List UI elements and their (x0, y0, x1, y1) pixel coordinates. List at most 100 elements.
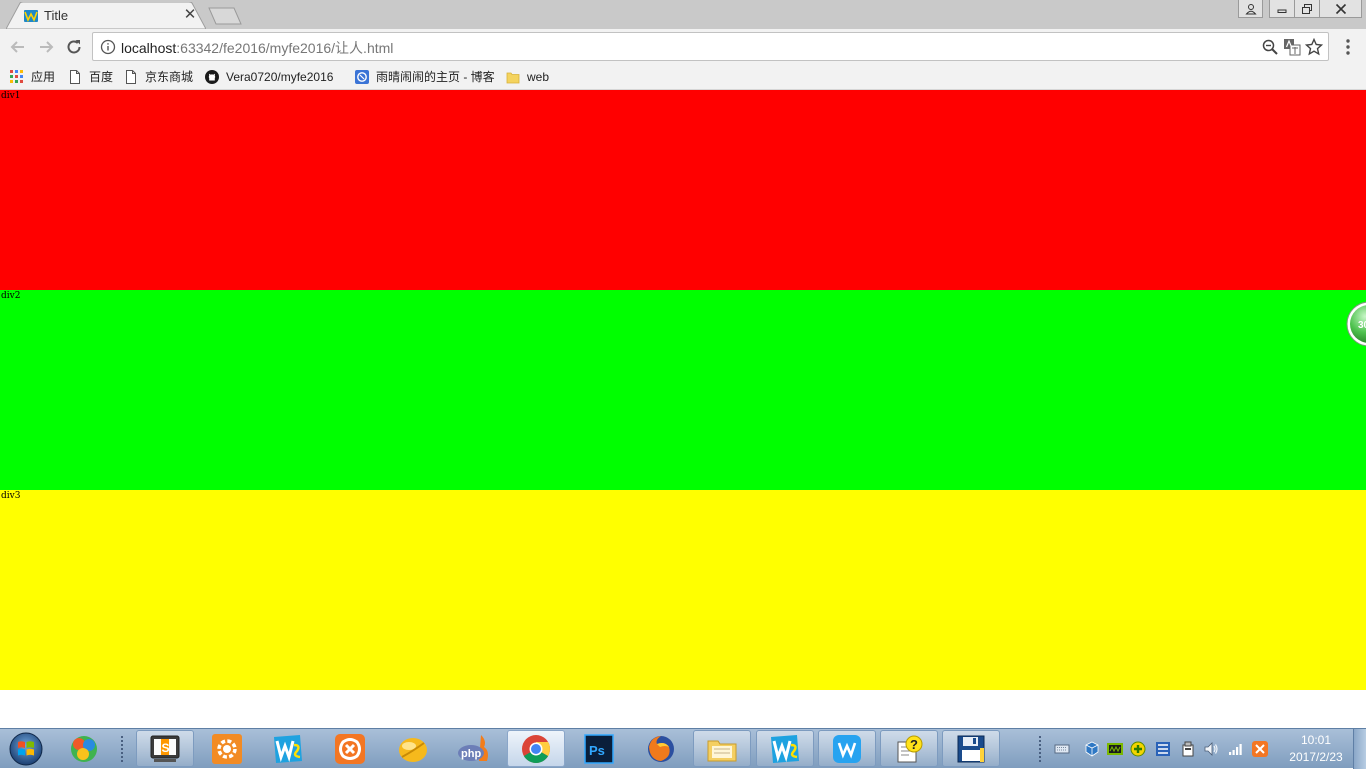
taskbar-webstorm[interactable] (259, 730, 317, 767)
svg-text:php: php (461, 748, 481, 760)
taskbar-sublime-text[interactable]: S (136, 730, 194, 767)
webstorm-icon (771, 734, 799, 763)
bookmark-label: 雨晴闹闹的主页 - 博客 (376, 70, 495, 84)
page-icon (126, 70, 136, 84)
zoom-icon[interactable] (1261, 38, 1279, 56)
address-bar[interactable]: localhost:63342/fe2016/myfe2016/让人.html (92, 32, 1329, 61)
signal-bars-icon[interactable] (1228, 741, 1244, 757)
taskbar-firefox[interactable] (632, 730, 690, 767)
help-icon: ? (897, 735, 923, 762)
page-content: div1 div2 div3 30 (0, 90, 1366, 728)
tab-title: Title (44, 8, 69, 23)
chrome-icon (522, 734, 550, 763)
close-icon (1335, 3, 1346, 14)
taskbar-xampp[interactable] (321, 730, 379, 767)
bookmark-label: Vera0720/myfe2016 (226, 70, 334, 84)
taskbar-360[interactable] (55, 730, 113, 767)
div1-label: div1 (1, 91, 21, 101)
keyboard-icon[interactable] (1054, 741, 1070, 757)
svg-text:S: S (162, 741, 170, 755)
div1-block: div1 (0, 90, 1366, 290)
tab-close-icon[interactable]: ✕ (182, 6, 198, 24)
back-arrow-icon[interactable] (8, 37, 28, 57)
taskbar-photoshop[interactable]: Ps (570, 730, 628, 767)
taskbar-chrome[interactable] (507, 730, 565, 767)
tab-strip: Title ✕ (0, 0, 1366, 29)
menu-dots-icon[interactable] (1340, 37, 1356, 57)
show-desktop-button[interactable] (1353, 729, 1366, 769)
360-guard-icon[interactable] (1130, 741, 1146, 757)
translate-icon[interactable] (1283, 38, 1301, 56)
bookmark-label: web (527, 70, 550, 84)
save-icon (957, 735, 985, 762)
github-icon (205, 70, 219, 84)
usb-device-icon[interactable] (1180, 741, 1196, 757)
clock-date[interactable]: 2017/2/23 (1278, 750, 1354, 764)
url-text[interactable]: localhost:63342/fe2016/myfe2016/让人.html (121, 38, 393, 58)
svg-text:?: ? (910, 737, 918, 752)
bookmark-blog[interactable]: 雨晴闹闹的主页 - 博客 (355, 67, 495, 87)
taskbar-tamper[interactable] (384, 730, 442, 767)
tab-active[interactable]: Title ✕ (6, 2, 206, 29)
xampp-icon (335, 733, 365, 764)
tamper-icon (399, 737, 427, 762)
forward-arrow-icon[interactable] (36, 37, 56, 57)
info-icon[interactable] (99, 38, 117, 56)
url-host: localhost (121, 40, 177, 56)
360-icon (71, 735, 97, 762)
taskbar-save[interactable] (942, 730, 1000, 767)
taskbar-grip[interactable] (120, 735, 124, 763)
restore-button[interactable] (1294, 0, 1320, 18)
bookmark-star-icon[interactable] (1305, 38, 1323, 56)
tray-grip[interactable] (1038, 735, 1042, 763)
float-ball-value: 30 (1358, 320, 1366, 331)
bookmark-label: 百度 (89, 70, 114, 84)
wps-icon (833, 734, 861, 763)
floating-speed-ball[interactable]: 30 (1346, 301, 1366, 347)
person-icon (1245, 3, 1256, 14)
taskbar-php[interactable]: php (445, 730, 503, 767)
firefox-icon (648, 735, 674, 762)
taskbar-file-explorer[interactable] (693, 730, 751, 767)
sublime-text-icon: S (150, 735, 180, 762)
nvidia-icon[interactable] (1107, 741, 1123, 757)
php-icon: php (458, 734, 488, 761)
photoshop-icon: Ps (584, 733, 614, 764)
bookmark-label: 京东商城 (145, 70, 194, 84)
blog-icon (355, 70, 369, 84)
webstorm-icon (274, 734, 302, 763)
minimize-button[interactable] (1269, 0, 1295, 18)
taskbar-settings[interactable] (198, 730, 256, 767)
svg-text:Ps: Ps (589, 743, 605, 758)
clock-time[interactable]: 10:01 (1292, 733, 1340, 747)
virtualbox-icon[interactable] (1084, 741, 1100, 757)
network-adapter-icon[interactable] (1155, 741, 1171, 757)
file-explorer-icon (707, 740, 737, 761)
apps-grid-icon (10, 70, 23, 83)
bookmark-label: 应用 (31, 70, 56, 84)
div2-label: div2 (1, 291, 21, 301)
minimize-icon (1277, 9, 1287, 13)
xampp-tray-icon[interactable] (1252, 741, 1268, 757)
settings-icon (212, 733, 242, 764)
windows-taskbar: S php Ps ? 10:01 2017/2/23 (0, 728, 1366, 769)
bookmarks-bar: 应用 百度 京东商城 Vera0720/myfe2016 雨晴闹闹的主页 - 博… (0, 64, 1366, 90)
url-path: :63342/fe2016/myfe2016/让人.html (176, 40, 394, 56)
taskbar-webstorm-2[interactable] (756, 730, 814, 767)
profile-button[interactable] (1238, 0, 1263, 18)
restore-icon (1302, 3, 1312, 14)
browser-toolbar: localhost:63342/fe2016/myfe2016/让人.html (0, 29, 1366, 64)
folder-icon (506, 72, 520, 84)
div2-block: div2 (0, 290, 1366, 490)
page-icon (70, 70, 80, 84)
webstorm-favicon-icon (24, 10, 38, 22)
div3-block: div3 (0, 490, 1366, 690)
taskbar-wps[interactable] (818, 730, 876, 767)
taskbar-help[interactable]: ? (880, 730, 938, 767)
div3-label: div3 (1, 491, 21, 501)
start-button[interactable] (5, 731, 47, 767)
new-tab-button[interactable] (206, 7, 244, 25)
volume-icon[interactable] (1203, 741, 1219, 757)
close-window-button[interactable] (1319, 0, 1362, 18)
reload-icon[interactable] (64, 37, 84, 57)
